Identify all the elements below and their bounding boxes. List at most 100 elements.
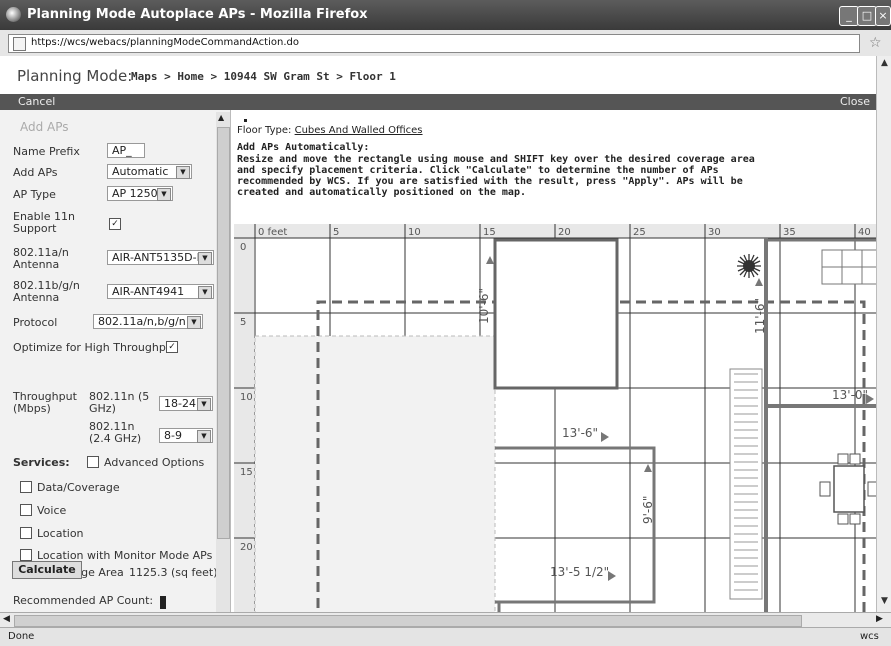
data-coverage-label: Data/Coverage (37, 481, 120, 494)
instruction-line: recommended by WCS. If you are satisfied… (237, 176, 743, 187)
name-prefix-value: AP_ (112, 144, 132, 157)
scroll-left-icon[interactable]: ◀ (3, 614, 10, 624)
voice-checkbox[interactable] (20, 504, 32, 516)
tp24-label: 802.11n (2.4 GHz) (89, 420, 142, 445)
chevron-down-icon: ▼ (198, 252, 212, 265)
ap-type-label: AP Type (13, 188, 56, 201)
maximize-button[interactable]: □ (857, 6, 877, 26)
tp5-label: 802.11n (5 GHz) (89, 390, 150, 415)
name-prefix-input[interactable]: AP_ (107, 143, 145, 158)
data-coverage-checkbox[interactable] (20, 481, 32, 493)
tp5-value: 18-24 (164, 397, 196, 410)
firefox-icon (6, 7, 21, 22)
dimension-label: 13'-5 1/2" (550, 565, 609, 579)
antenna-a-select[interactable]: AIR-ANT5135D-R ▼ (107, 250, 214, 265)
scroll-thumb[interactable] (217, 127, 230, 539)
coverage-value: 1125.3 (sq feet) (129, 566, 218, 579)
advanced-options-checkbox[interactable] (87, 456, 99, 468)
antenna-b-label: 802.11b/g/n Antenna (13, 279, 80, 304)
scroll-up-icon[interactable]: ▲ (879, 58, 890, 69)
minimize-button[interactable]: _ (839, 6, 859, 26)
ruler-y-label: 5 (240, 317, 246, 328)
floor-plan-map[interactable]: 0 feet 5 10 15 20 25 30 35 40 05101520 1… (234, 224, 876, 612)
page-header: Planning Mode: Maps > Home > 10944 SW Gr… (0, 56, 876, 95)
add-aps-value: Automatic (112, 165, 169, 178)
ruler-y-label: 20 (240, 542, 253, 553)
ruler-y-label: 15 (240, 467, 253, 478)
antenna-b-select[interactable]: AIR-ANT4941 ▼ (107, 284, 214, 299)
url-text: https://wcs/webacs/planningModeCommandAc… (31, 37, 299, 48)
ap-type-select[interactable]: AP 1250 ▼ (107, 186, 173, 201)
voice-label: Voice (37, 504, 67, 517)
chevron-down-icon: ▼ (176, 166, 190, 179)
dimension-label: 9'-6" (641, 496, 655, 524)
cubicle-furniture-icon (821, 249, 876, 285)
office-wall (493, 238, 619, 390)
page-vertical-scrollbar[interactable]: ▲ ▼ (876, 56, 891, 612)
page-icon (13, 37, 26, 51)
recommended-label: Recommended AP Count: (13, 594, 154, 607)
dimension-label: 11'-6" (753, 298, 767, 334)
page-title: Planning Mode: (17, 67, 133, 85)
horizontal-scrollbar[interactable]: ◀ ▶ (0, 612, 891, 628)
optimize-checkbox[interactable]: ✓ (166, 341, 178, 353)
antenna-b-value: AIR-ANT4941 (112, 285, 185, 298)
protocol-select[interactable]: 802.11a/n,b/g/n ▼ (93, 314, 203, 329)
ap-type-value: AP 1250 (112, 187, 158, 200)
tp5-select[interactable]: 18-24 ▼ (159, 396, 213, 411)
ruler-x-label: 15 (483, 227, 496, 238)
marker-dot (244, 119, 247, 122)
recommended-count-indicator (160, 596, 166, 609)
chevron-down-icon: ▼ (187, 316, 201, 329)
ruler-x-label: 0 feet (258, 227, 287, 238)
ruler-y-label: 0 (240, 242, 246, 253)
location-checkbox[interactable] (20, 527, 32, 539)
access-point-icon[interactable] (737, 254, 761, 278)
close-window-button[interactable]: × (875, 6, 891, 26)
bookmark-star-icon[interactable]: ☆ (869, 35, 882, 51)
location-monitor-checkbox[interactable] (20, 549, 32, 561)
instruction-line: Resize and move the rectangle using mous… (237, 154, 755, 165)
stairs (729, 368, 763, 600)
scroll-down-icon[interactable]: ▼ (879, 596, 890, 607)
floor-type-link[interactable]: Cubes And Walled Offices (295, 125, 423, 136)
scroll-right-icon[interactable]: ▶ (876, 614, 883, 624)
status-bar: Done wcs (0, 627, 891, 646)
ruler-x-label: 40 (858, 227, 871, 238)
tp24-select[interactable]: 8-9 ▼ (159, 428, 213, 443)
enable-11n-checkbox[interactable]: ✓ (109, 218, 121, 230)
status-text: Done (8, 631, 35, 642)
left-panel-scrollbar[interactable]: ▲ (216, 112, 230, 612)
advanced-options-label: Advanced Options (104, 456, 205, 469)
ruler-x-label: 5 (333, 227, 339, 238)
enable-11n-label: Enable 11n Support (13, 210, 75, 235)
optimize-label: Optimize for High Throughput (13, 341, 178, 354)
close-link[interactable]: Close (840, 95, 870, 108)
name-prefix-label: Name Prefix (13, 145, 80, 158)
ruler-x-label: 35 (783, 227, 796, 238)
scroll-up-icon[interactable]: ▲ (218, 113, 224, 122)
services-label: Services: (13, 456, 70, 469)
dimension-label: 10'-6" (477, 288, 491, 324)
breadcrumb: Maps > Home > 10944 SW Gram St > Floor 1 (131, 70, 396, 83)
chevron-down-icon: ▼ (157, 188, 171, 201)
horizontal-scroll-thumb[interactable] (14, 615, 802, 627)
status-site: wcs (860, 631, 879, 642)
add-aps-select[interactable]: Automatic ▼ (107, 164, 192, 179)
chevron-down-icon: ▼ (198, 286, 212, 299)
ruler-x-label: 10 (408, 227, 421, 238)
dimension-label: 13'-0" (832, 388, 868, 402)
coverage-area[interactable] (254, 335, 496, 612)
left-ruler (234, 224, 254, 612)
dimension-label: 13'-6" (562, 426, 598, 440)
ruler-x-label: 20 (558, 227, 571, 238)
url-field[interactable]: https://wcs/webacs/planningModeCommandAc… (8, 34, 860, 53)
protocol-value: 802.11a/n,b/g/n (98, 315, 186, 328)
tp24-value: 8-9 (164, 429, 182, 442)
section-title: Add APs (20, 120, 69, 134)
calculate-button[interactable]: Calculate (12, 561, 82, 579)
map-panel: Floor Type: Cubes And Walled Offices Add… (231, 110, 876, 612)
add-aps-label: Add APs (13, 166, 58, 179)
cancel-link[interactable]: Cancel (18, 95, 55, 108)
table-chairs-icon (819, 453, 876, 525)
